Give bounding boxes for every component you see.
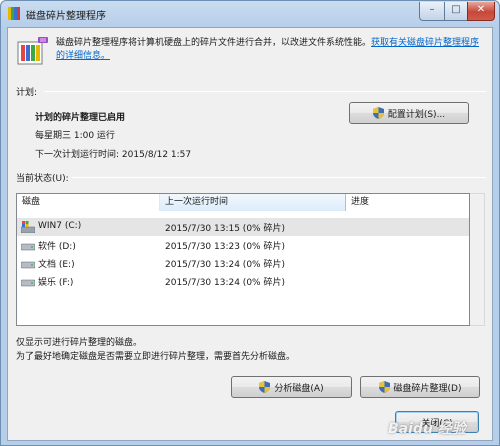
uac-shield-icon bbox=[259, 381, 271, 393]
disk-last-run: 2015/7/30 13:24 (0% 碎片) bbox=[165, 278, 285, 288]
dialog-body: 磁盘碎片整理程序将计算机硬盘上的碎片文件进行合并，以改进文件系统性能。获取有关磁… bbox=[7, 27, 493, 441]
disk-list-header: 磁盘 上一次运行时间 进度 bbox=[17, 194, 469, 211]
disk-name: 软件 (D:) bbox=[38, 242, 76, 252]
hard-drive-icon bbox=[21, 279, 35, 287]
disk-name: 文档 (E:) bbox=[38, 260, 75, 270]
disk-row-e[interactable]: 文档 (E:) 2015/7/30 13:24 (0% 碎片) bbox=[17, 254, 469, 272]
uac-shield-icon bbox=[378, 381, 390, 393]
defrag-app-icon bbox=[8, 7, 20, 20]
defrag-window: 磁盘碎片整理程序 – □ ✕ 磁盘碎片整理程序将计算机硬盘上的碎片文件进行合并，… bbox=[0, 0, 500, 446]
disk-last-run: 2015/7/30 13:24 (0% 碎片) bbox=[165, 260, 285, 270]
disk-name: WIN7 (C:) bbox=[38, 221, 82, 231]
system-drive-icon bbox=[21, 221, 35, 233]
schedule-next-run: 下一次计划运行时间: 2015/8/12 1:57 bbox=[35, 150, 192, 160]
status-section-label: 当前状态(U): bbox=[16, 174, 69, 184]
disk-name: 娱乐 (F:) bbox=[38, 278, 74, 288]
status-separator bbox=[72, 177, 486, 178]
defragment-disk-label: 磁盘碎片整理(D) bbox=[393, 383, 462, 394]
disk-row-f[interactable]: 娱乐 (F:) 2015/7/30 13:24 (0% 碎片) bbox=[17, 272, 469, 290]
intro-text: 磁盘碎片整理程序将计算机硬盘上的碎片文件进行合并，以改进文件系统性能。获取有关磁… bbox=[56, 37, 486, 63]
hard-drive-icon bbox=[21, 261, 35, 269]
title-bar[interactable]: 磁盘碎片整理程序 – □ ✕ bbox=[1, 1, 499, 27]
close-window-button[interactable]: ✕ bbox=[467, 2, 495, 21]
close-button-label: 关闭(C) bbox=[421, 418, 453, 429]
defragment-disk-button[interactable]: 磁盘碎片整理(D) bbox=[360, 376, 480, 398]
column-header-progress[interactable]: 进度 bbox=[346, 194, 469, 211]
configure-schedule-button[interactable]: 配置计划(S)... bbox=[349, 102, 469, 124]
schedule-separator bbox=[44, 91, 486, 92]
analyze-disk-label: 分析磁盘(A) bbox=[274, 383, 324, 394]
disk-list[interactable]: 磁盘 上一次运行时间 进度 WIN7 (C:) 2015/7/30 13:15 … bbox=[16, 193, 470, 326]
schedule-status: 计划的碎片整理已启用 bbox=[35, 113, 126, 123]
disk-row-c[interactable]: WIN7 (C:) 2015/7/30 13:15 (0% 碎片) bbox=[17, 218, 469, 236]
column-header-last-run[interactable]: 上一次运行时间 bbox=[160, 194, 346, 211]
analyze-disk-button[interactable]: 分析磁盘(A) bbox=[231, 376, 352, 398]
configure-schedule-label: 配置计划(S)... bbox=[387, 109, 446, 120]
defrag-header-icon bbox=[17, 37, 48, 65]
column-header-disk[interactable]: 磁盘 bbox=[17, 194, 160, 211]
uac-shield-icon bbox=[372, 107, 384, 119]
schedule-section-label: 计划: bbox=[16, 88, 38, 98]
maximize-button[interactable]: □ bbox=[444, 2, 468, 21]
minimize-button[interactable]: – bbox=[419, 2, 445, 21]
intro-description: 磁盘碎片整理程序将计算机硬盘上的碎片文件进行合并，以改进文件系统性能。 bbox=[56, 38, 372, 48]
hard-drive-icon bbox=[21, 243, 35, 251]
footer-note-2: 为了最好地确定磁盘是否需要立即进行碎片整理，需要首先分析磁盘。 bbox=[16, 352, 296, 362]
disk-row-d[interactable]: 软件 (D:) 2015/7/30 13:23 (0% 碎片) bbox=[17, 236, 469, 254]
close-button[interactable]: 关闭(C) bbox=[395, 411, 479, 433]
footer-note-1: 仅显示可进行碎片整理的磁盘。 bbox=[16, 338, 143, 348]
disk-last-run: 2015/7/30 13:23 (0% 碎片) bbox=[165, 242, 285, 252]
schedule-frequency: 每星期三 1:00 运行 bbox=[35, 131, 115, 141]
window-title: 磁盘碎片整理程序 bbox=[26, 11, 106, 22]
disk-list-scroll-gutter bbox=[470, 193, 485, 326]
disk-last-run: 2015/7/30 13:15 (0% 碎片) bbox=[165, 224, 285, 234]
